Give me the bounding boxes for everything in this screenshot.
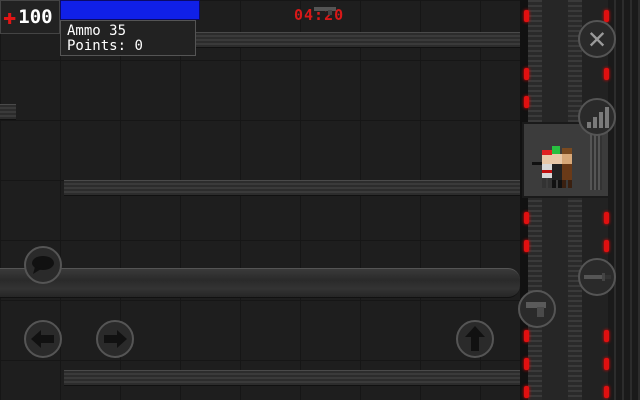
jump-button[interactable] xyxy=(456,320,494,358)
elevator-door xyxy=(590,132,602,190)
signal-button[interactable] xyxy=(578,98,616,136)
player-group-sprite xyxy=(532,146,572,188)
move-left-button[interactable] xyxy=(24,320,62,358)
ammo-value: 35 xyxy=(109,23,127,39)
warning-light xyxy=(524,386,529,398)
rail-bottom xyxy=(64,370,520,386)
shaft-column xyxy=(542,0,568,400)
health-bar xyxy=(60,0,200,20)
points-label: Points xyxy=(67,38,118,54)
rail-left-stub xyxy=(0,104,16,120)
arrow-right-icon xyxy=(104,330,127,348)
pistol-button[interactable] xyxy=(518,290,556,328)
arrow-up-icon xyxy=(465,326,485,351)
warning-light xyxy=(524,212,529,224)
rail-middle xyxy=(64,180,520,196)
move-right-button[interactable] xyxy=(96,320,134,358)
warning-light xyxy=(524,96,529,108)
warning-light xyxy=(604,240,609,252)
shaft-track-left xyxy=(528,0,542,400)
knife-icon xyxy=(584,273,611,281)
arrow-left-icon xyxy=(31,330,54,348)
chat-button[interactable] xyxy=(24,246,62,284)
warning-light xyxy=(604,358,609,370)
warning-light xyxy=(524,68,529,80)
close-icon: ✕ xyxy=(587,21,607,56)
points-value: 0 xyxy=(134,38,143,54)
ammo-label: Ammo xyxy=(67,23,101,39)
knife-button[interactable] xyxy=(578,258,616,296)
health-cross-icon: ✚ xyxy=(3,4,17,30)
shaft-track-right xyxy=(568,0,582,400)
timer-gun-icon xyxy=(314,7,336,15)
shaft-wall-right xyxy=(608,0,640,400)
speech-bubble-icon xyxy=(32,256,54,274)
warning-light xyxy=(524,10,529,22)
signal-bars-icon xyxy=(587,107,609,128)
warning-light xyxy=(524,358,529,370)
health-value: 100 xyxy=(18,6,53,28)
warning-light xyxy=(604,212,609,224)
rail-top xyxy=(196,32,520,48)
ammo-row: Ammo 35 xyxy=(67,24,195,39)
points-row: Points: 0 xyxy=(67,38,143,54)
pistol-icon xyxy=(526,302,546,317)
stats-panel: Ammo 35 Points: 0 xyxy=(60,20,196,56)
close-button[interactable]: ✕ xyxy=(578,20,616,58)
warning-light xyxy=(524,240,529,252)
warning-light xyxy=(604,386,609,398)
health-display: ✚ 100 xyxy=(0,0,60,34)
warning-light xyxy=(604,330,609,342)
warning-light xyxy=(524,330,529,342)
warning-light xyxy=(604,68,609,80)
main-pipe xyxy=(0,268,520,298)
